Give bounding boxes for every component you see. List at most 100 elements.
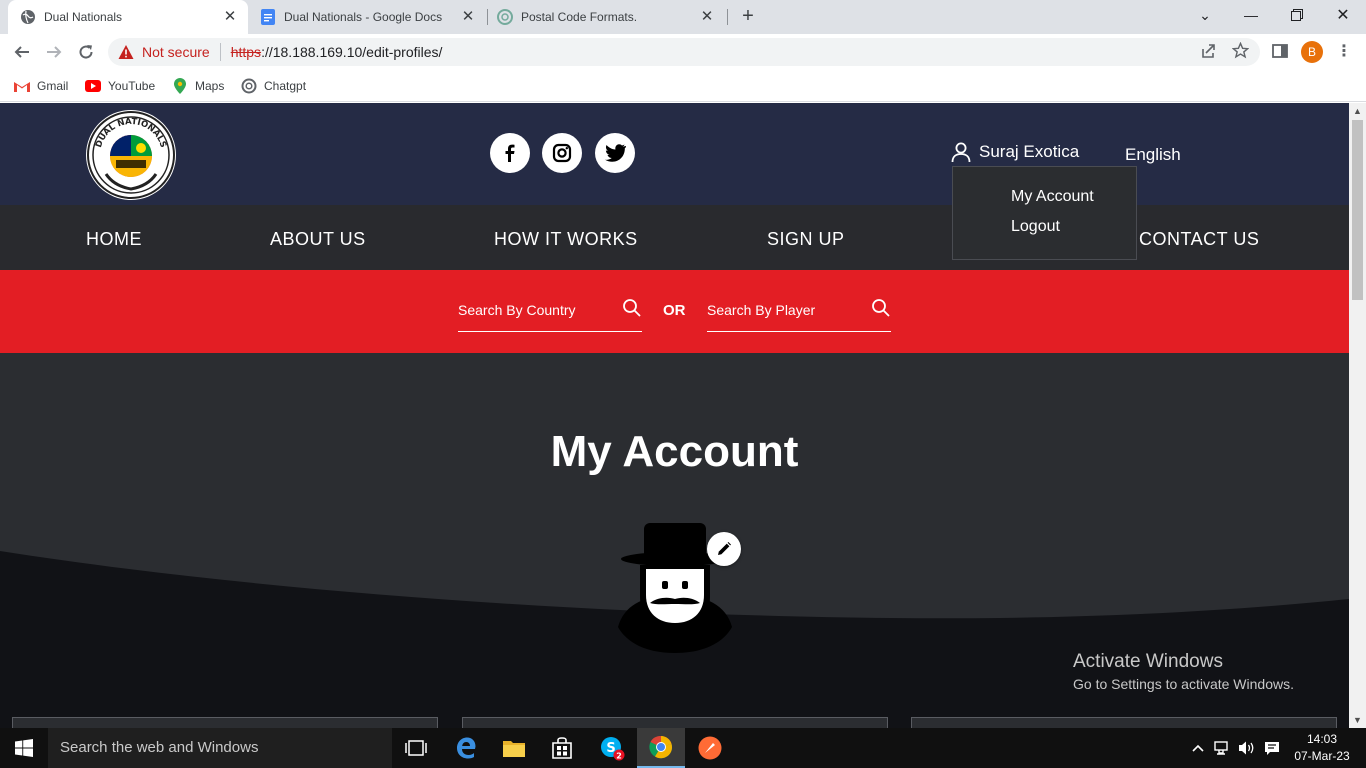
search-country-field (458, 297, 642, 332)
close-tab-icon[interactable]: ✕ (222, 9, 238, 25)
bookmark-label: Gmail (37, 79, 69, 93)
bookmark-label: YouTube (108, 79, 156, 93)
volume-icon[interactable] (1236, 728, 1258, 768)
page-scrollbar[interactable]: ▲ ▼ (1349, 103, 1366, 728)
profile-avatar[interactable]: B (1301, 41, 1323, 63)
tab-dual-nationals[interactable]: Dual Nationals ✕ (8, 0, 248, 34)
page-title: My Account (550, 427, 799, 476)
nav-about-us[interactable]: ABOUT US (270, 229, 366, 250)
edit-avatar-button[interactable] (707, 532, 741, 566)
tab-search-icon[interactable]: ⌄ (1182, 0, 1228, 30)
task-view-button[interactable] (392, 728, 440, 768)
twitter-icon (605, 144, 626, 162)
search-icon[interactable] (622, 298, 642, 318)
browser-tab-strip: Dual Nationals ✕ Dual Nationals - Google… (0, 0, 1366, 34)
site-logo[interactable]: DUAL NATIONALS (86, 110, 176, 200)
skype-taskbar-button[interactable]: S2 (588, 728, 636, 768)
tab-divider (727, 9, 728, 25)
taskbar-search-box[interactable]: Search the web and Windows (48, 728, 392, 768)
clock-date: 07-Mar-23 (1294, 749, 1350, 763)
new-tab-button[interactable]: + (736, 5, 760, 29)
or-separator: OR (663, 302, 686, 319)
share-icon[interactable] (1199, 43, 1217, 61)
nav-home[interactable]: HOME (86, 229, 142, 250)
account-card (12, 717, 438, 728)
bookmark-star-icon[interactable] (1231, 41, 1249, 60)
bookmark-chatgpt[interactable]: Chatgpt (241, 76, 306, 96)
google-docs-icon (260, 9, 276, 25)
windows-taskbar: Search the web and Windows S2 14:03 07-M… (0, 728, 1366, 768)
url-scheme: https (230, 44, 262, 60)
search-player-input[interactable] (707, 297, 867, 323)
app-taskbar-button[interactable] (686, 728, 734, 768)
close-tab-icon[interactable]: ✕ (460, 9, 476, 25)
account-dropdown: My Account Logout (952, 166, 1137, 260)
dropdown-my-account[interactable]: My Account (1011, 188, 1094, 206)
compass-app-icon (698, 736, 722, 760)
tab-google-docs[interactable]: Dual Nationals - Google Docs ✕ (250, 0, 486, 34)
start-button[interactable] (0, 728, 48, 768)
scrollbar-thumb[interactable] (1352, 120, 1363, 300)
site-header: DUAL NATIONALS Suraj Exotica English (0, 103, 1349, 205)
edge-taskbar-button[interactable] (442, 728, 490, 768)
chrome-taskbar-button[interactable] (637, 728, 685, 768)
activate-title: Activate Windows (1073, 651, 1223, 672)
instagram-button[interactable] (542, 133, 582, 173)
instagram-icon (552, 143, 572, 163)
address-bar[interactable]: Not secure https://18.188.169.10/edit-pr… (108, 38, 1260, 66)
task-view-icon (405, 740, 427, 756)
nav-sign-up[interactable]: SIGN UP (767, 229, 845, 250)
facebook-button[interactable] (490, 133, 530, 173)
language-selector[interactable]: English (1125, 145, 1181, 165)
gmail-icon (14, 78, 30, 94)
activate-subtitle: Go to Settings to activate Windows. (1073, 676, 1294, 692)
close-tab-icon[interactable]: ✕ (699, 9, 715, 25)
nav-how-it-works[interactable]: HOW IT WORKS (494, 229, 638, 250)
search-country-input[interactable] (458, 297, 618, 323)
file-explorer-button[interactable] (490, 728, 538, 768)
menu-kebab-icon[interactable]: ⋮ (1336, 41, 1352, 63)
maximize-button[interactable] (1274, 0, 1320, 30)
not-secure-label[interactable]: Not secure (142, 44, 210, 60)
back-button[interactable] (8, 38, 36, 66)
reload-button[interactable] (72, 38, 100, 66)
taskbar-clock[interactable]: 14:03 07-Mar-23 (1288, 731, 1356, 765)
tab-divider (487, 9, 488, 25)
minimize-button[interactable]: — (1228, 0, 1274, 30)
tray-overflow-icon[interactable] (1189, 728, 1207, 768)
skype-icon: S2 (601, 737, 625, 761)
bookmarks-bar: Gmail YouTube Maps Chatgpt (0, 70, 1366, 102)
dropdown-logout[interactable]: Logout (1011, 218, 1060, 236)
edge-icon (457, 737, 476, 759)
youtube-icon (85, 78, 101, 94)
url-text: ://18.188.169.10/edit-profiles/ (261, 44, 443, 60)
scroll-up-arrow-icon[interactable]: ▲ (1352, 105, 1363, 117)
twitter-button[interactable] (595, 133, 635, 173)
nav-contact-us[interactable]: CONTACT US (1139, 229, 1259, 250)
scroll-down-arrow-icon[interactable]: ▼ (1352, 714, 1363, 726)
activate-windows-watermark: Activate Windows Go to Settings to activ… (1073, 651, 1294, 692)
search-icon[interactable] (871, 298, 891, 318)
forward-button[interactable] (40, 38, 68, 66)
tab-title: Postal Code Formats. (521, 10, 638, 24)
store-icon (552, 737, 572, 759)
bookmark-maps[interactable]: Maps (172, 76, 224, 96)
store-button[interactable] (538, 728, 586, 768)
notification-center-icon[interactable] (1261, 728, 1283, 768)
user-name: Suraj Exotica (979, 142, 1080, 161)
website-viewport: DUAL NATIONALS Suraj Exotica English HOM… (0, 103, 1349, 728)
user-account-link[interactable]: Suraj Exotica (950, 141, 1079, 163)
close-window-button[interactable]: ✕ (1320, 0, 1366, 30)
bookmark-youtube[interactable]: YouTube (85, 76, 155, 96)
maps-pin-icon (172, 78, 188, 94)
tab-title: Dual Nationals (44, 10, 123, 24)
skype-badge-count: 2 (616, 752, 622, 761)
search-player-field (707, 297, 891, 332)
windows-logo-icon (15, 739, 33, 757)
chatgpt-icon (241, 78, 257, 94)
tab-postal-code[interactable]: Postal Code Formats. ✕ (489, 0, 725, 34)
bookmark-gmail[interactable]: Gmail (14, 76, 68, 96)
side-panel-icon[interactable] (1271, 43, 1289, 61)
network-icon[interactable] (1212, 728, 1234, 768)
tab-title: Dual Nationals - Google Docs (284, 10, 443, 24)
